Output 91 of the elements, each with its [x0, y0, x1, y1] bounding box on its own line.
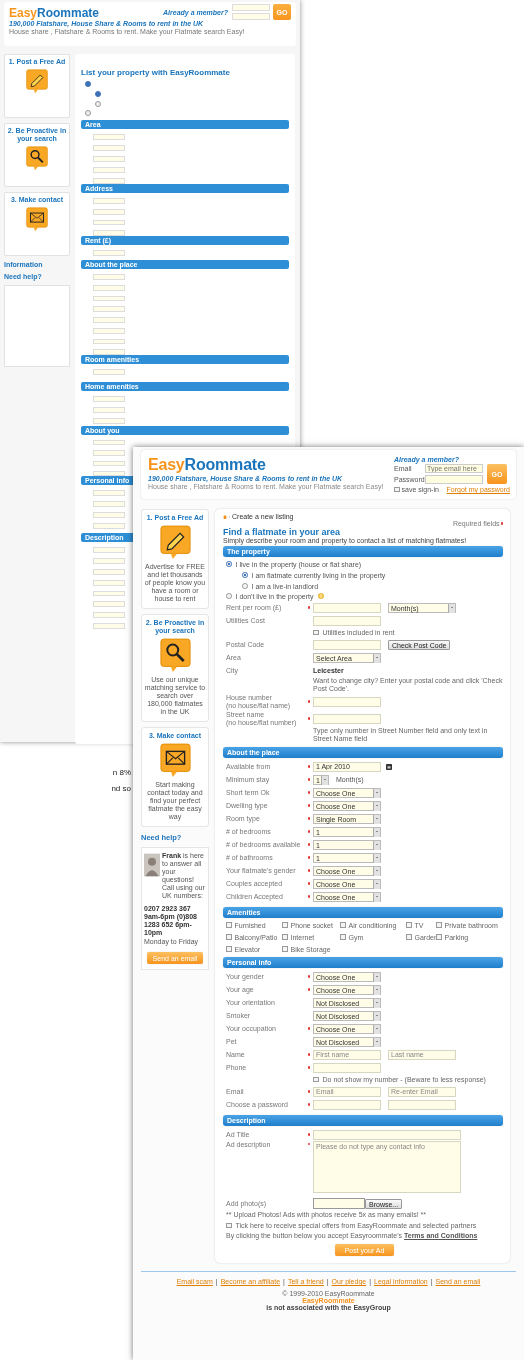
input-field[interactable]: [93, 501, 125, 507]
required-mark-icon: [500, 522, 503, 525]
input-field[interactable]: [93, 547, 125, 553]
input-field[interactable]: [93, 568, 125, 575]
input-field[interactable]: [93, 612, 125, 619]
input-field[interactable]: [313, 615, 381, 626]
logo: EasyRoommate: [9, 6, 100, 20]
radio-button[interactable]: [226, 593, 232, 599]
checkbox[interactable]: [406, 934, 412, 940]
input-field[interactable]: [93, 338, 125, 345]
input-field[interactable]: [93, 418, 125, 424]
input-field[interactable]: [313, 602, 381, 613]
input-field[interactable]: [93, 219, 125, 226]
document-text: n 8%: [111, 768, 131, 777]
input-field[interactable]: [93, 156, 125, 162]
magnifier-icon: [26, 146, 48, 171]
pencil-icon: [159, 525, 191, 560]
help-icon[interactable]: [317, 593, 324, 599]
checkbox[interactable]: [436, 934, 442, 940]
input-field[interactable]: [93, 145, 125, 151]
input-field[interactable]: [93, 274, 125, 280]
input-field[interactable]: [313, 639, 381, 650]
password-field[interactable]: [425, 474, 483, 484]
checkbox[interactable]: [282, 946, 288, 952]
input-field[interactable]: [93, 369, 125, 375]
input-field[interactable]: [313, 1062, 381, 1073]
input-field[interactable]: [93, 512, 125, 518]
input-field[interactable]: [93, 440, 125, 446]
radio-button[interactable]: [242, 583, 248, 589]
input-field[interactable]: [93, 284, 125, 291]
input-field[interactable]: [93, 250, 125, 256]
form-title: List your property with EasyRoommate: [81, 68, 231, 77]
input-field[interactable]: [93, 317, 125, 323]
input-field[interactable]: [93, 490, 125, 496]
checkbox[interactable]: [313, 629, 319, 636]
input-field[interactable]: [93, 178, 125, 184]
checkbox[interactable]: [226, 922, 232, 928]
input-field[interactable]: [93, 523, 125, 529]
person-silhouette-icon: [144, 852, 160, 878]
input-field[interactable]: [93, 167, 125, 173]
input-field[interactable]: [313, 713, 381, 724]
pencil-icon: [26, 69, 48, 94]
envelope-icon: [26, 207, 48, 232]
input-field[interactable]: [93, 306, 125, 312]
magnifier-icon: [159, 638, 191, 673]
checkbox[interactable]: [436, 922, 442, 928]
input-field[interactable]: [93, 134, 125, 140]
input-field[interactable]: [93, 590, 125, 597]
input-field[interactable]: [388, 1099, 456, 1110]
input-field[interactable]: [93, 198, 125, 204]
radio-button[interactable]: [85, 81, 91, 87]
logo: EasyRoommate: [148, 456, 267, 473]
checkbox[interactable]: [340, 934, 346, 940]
checkbox[interactable]: [226, 946, 232, 952]
checkbox[interactable]: [406, 922, 412, 928]
password-field[interactable]: [232, 13, 270, 20]
checkbox[interactable]: [313, 1076, 319, 1083]
radio-button[interactable]: [242, 572, 248, 578]
input-field[interactable]: [93, 557, 125, 564]
calendar-icon[interactable]: [386, 763, 392, 770]
radio-button[interactable]: [226, 561, 232, 567]
input-field[interactable]: [93, 601, 125, 608]
input-field[interactable]: [93, 349, 125, 355]
input-field[interactable]: [313, 1129, 461, 1140]
radio-button[interactable]: [95, 91, 101, 97]
envelope-icon: [159, 743, 191, 778]
checkbox[interactable]: [282, 934, 288, 940]
checkbox[interactable]: [226, 1222, 232, 1229]
input-field[interactable]: [93, 470, 125, 476]
document-text: nd so: [110, 784, 131, 793]
file-input-field[interactable]: [313, 1198, 365, 1209]
input-field[interactable]: [93, 230, 125, 236]
checkbox[interactable]: [340, 922, 346, 928]
input-field[interactable]: [313, 1099, 381, 1110]
input-field[interactable]: [93, 295, 125, 302]
input-field[interactable]: [313, 696, 381, 707]
input-field[interactable]: [93, 396, 125, 402]
input-field[interactable]: [93, 623, 125, 629]
input-field[interactable]: [93, 579, 125, 586]
input-field[interactable]: [93, 407, 125, 413]
input-field[interactable]: [93, 208, 125, 215]
input-field[interactable]: [93, 460, 125, 466]
checkbox[interactable]: [226, 934, 232, 940]
input-field[interactable]: [93, 327, 125, 334]
email-field[interactable]: [232, 4, 270, 11]
checkbox[interactable]: [394, 486, 400, 493]
radio-button[interactable]: [85, 110, 91, 116]
input-field[interactable]: [93, 450, 125, 456]
checkbox[interactable]: [282, 922, 288, 928]
home-icon[interactable]: [223, 514, 227, 519]
radio-button[interactable]: [95, 101, 101, 107]
